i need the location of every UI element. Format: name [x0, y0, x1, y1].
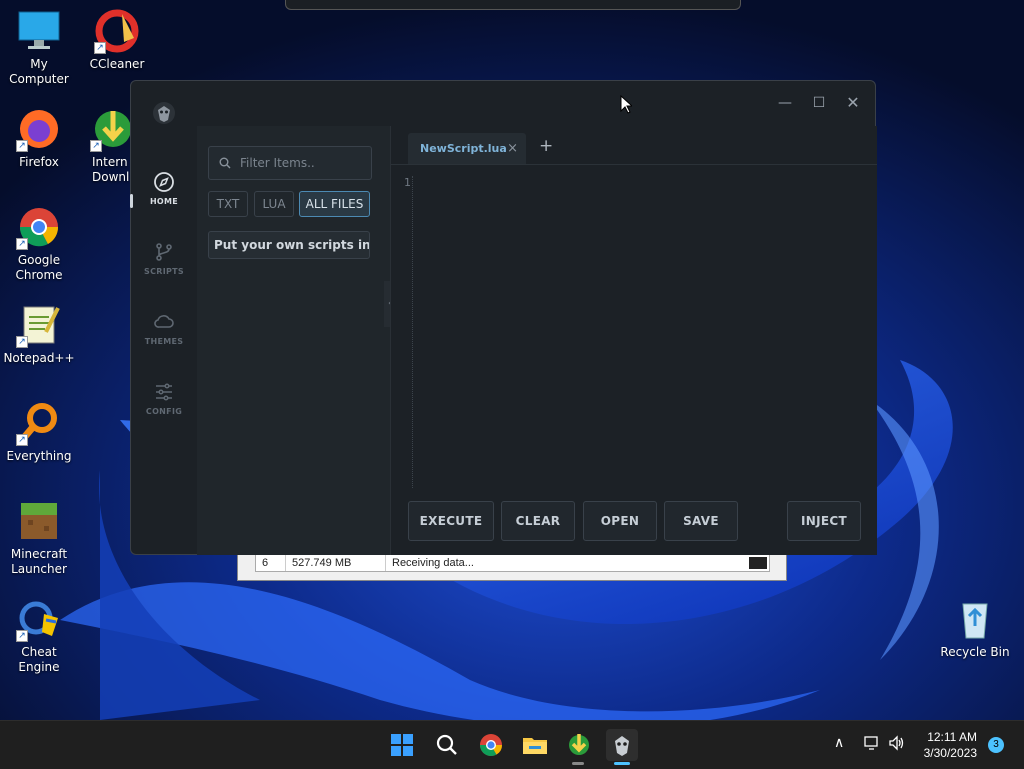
file-list-item[interactable]: Put your own scripts in here [208, 231, 370, 259]
taskbar: ∧ 12:11 AM 3/30/2023 3 [0, 720, 1024, 769]
recycle-bin-icon [962, 603, 988, 639]
filter-placeholder: Filter Items.. [240, 156, 315, 170]
shortcut-arrow-icon: ↗ [16, 434, 28, 446]
script-editor: NewScript.lua × + 1 EXECUTE CLEAR OPEN S… [390, 126, 877, 555]
search-icon [219, 157, 231, 169]
add-tab-icon[interactable]: + [539, 136, 553, 156]
chrome-icon [480, 734, 502, 756]
save-button[interactable]: SAVE [664, 501, 738, 541]
filter-txt-button[interactable]: TXT [208, 191, 248, 217]
windows-logo-icon [391, 734, 413, 756]
minimize-icon[interactable]: — [775, 94, 795, 112]
running-indicator [572, 762, 584, 765]
desktop-icon-recycle-bin[interactable]: Recycle Bin [936, 596, 1014, 660]
file-panel: Filter Items.. TXT LUA ALL FILES Put you… [197, 126, 390, 555]
desktop-icon-firefox[interactable]: ↗ Firefox [0, 106, 78, 170]
desktop-icon-everything[interactable]: ↗ Everything [0, 400, 78, 464]
desktop-icon-notepadpp[interactable]: ↗ Notepad++ [0, 302, 78, 366]
shortcut-arrow-icon: ↗ [90, 140, 102, 152]
side-nav: HOME SCRIPTS THEMES CONFIG [130, 161, 197, 441]
volume-icon[interactable] [888, 735, 906, 755]
tab-newscript[interactable]: NewScript.lua × [408, 133, 526, 165]
nav-label: HOME [149, 197, 179, 206]
desktop-icon-label: Notepad++ [3, 351, 75, 365]
nav-label: THEMES [144, 337, 184, 346]
cloud-icon [154, 315, 174, 328]
taskbar-search-button[interactable] [431, 729, 463, 761]
show-hidden-icons-icon[interactable]: ∧ [834, 735, 844, 751]
desktop-icon-label: Recycle Bin [940, 645, 1010, 659]
taskbar-executor[interactable] [606, 729, 638, 761]
close-icon[interactable]: ✕ [843, 94, 863, 112]
download-row-status: Receiving data... [392, 557, 474, 569]
app-logo-icon [151, 100, 177, 126]
clock-time: 12:11 AM [927, 730, 977, 744]
execute-button[interactable]: EXECUTE [408, 501, 494, 541]
code-area[interactable] [417, 174, 867, 486]
taskbar-file-explorer[interactable] [519, 729, 551, 761]
clear-button[interactable]: CLEAR [501, 501, 575, 541]
download-row-number: 6 [256, 555, 286, 571]
desktop-icon-label: Everything [6, 449, 72, 463]
desktop-icon-label: Google Chrome [15, 253, 63, 282]
active-indicator [614, 762, 630, 765]
gutter-guide [412, 176, 414, 488]
grass-block-icon [21, 503, 57, 539]
desktop-icon-idm[interactable]: ↗ Intern Downl [78, 106, 130, 185]
taskbar-idm[interactable] [563, 729, 595, 761]
download-progress-block [749, 557, 767, 569]
executor-window[interactable]: — ☐ ✕ HOME SCRIPTS THEMES CONFIG Filter … [130, 80, 877, 555]
search-icon [436, 734, 457, 755]
nav-scripts[interactable]: SCRIPTS [131, 241, 197, 301]
monitor-icon [18, 11, 60, 49]
notification-badge[interactable]: 3 [988, 737, 1004, 753]
folder-icon [523, 738, 547, 754]
desktop-icon-ccleaner[interactable]: ↗ CCleaner [78, 8, 156, 72]
nav-label: SCRIPTS [144, 267, 184, 276]
filter-input[interactable]: Filter Items.. [208, 146, 372, 180]
open-button[interactable]: OPEN [583, 501, 657, 541]
desktop-icon-label: My Computer [9, 57, 69, 86]
start-button[interactable] [386, 729, 418, 761]
idm-globe-icon [569, 734, 589, 755]
maximize-icon[interactable]: ☐ [809, 94, 829, 112]
compass-icon [154, 172, 174, 192]
nav-label: CONFIG [145, 407, 183, 416]
desktop-icon-label: Cheat Engine [18, 645, 60, 674]
desktop-icon-label: CCleaner [89, 57, 145, 71]
system-clock[interactable]: 12:11 AM 3/30/2023 [924, 729, 977, 761]
tab-close-icon[interactable]: × [507, 133, 518, 165]
desktop-icon-label: Firefox [19, 155, 59, 169]
nav-config[interactable]: CONFIG [131, 381, 197, 441]
shortcut-arrow-icon: ↗ [16, 336, 28, 348]
tab-label: NewScript.lua [420, 142, 507, 155]
desktop-icon-cheat-engine[interactable]: ↗ Cheat Engine [0, 596, 78, 675]
network-icon[interactable] [864, 735, 880, 755]
background-window-edge [285, 0, 741, 10]
nav-themes[interactable]: THEMES [131, 311, 197, 371]
desktop-icon-label: Minecraft Launcher [10, 547, 68, 576]
nav-home[interactable]: HOME [130, 171, 197, 231]
desktop-icon-my-computer[interactable]: My Computer [0, 8, 78, 87]
clock-date: 3/30/2023 [923, 746, 977, 760]
shortcut-arrow-icon: ↗ [16, 140, 28, 152]
line-number: 1 [404, 176, 411, 189]
shortcut-arrow-icon: ↗ [94, 42, 106, 54]
desktop-icon-minecraft[interactable]: Minecraft Launcher [0, 498, 78, 577]
app-logo-icon [615, 736, 629, 756]
desktop-icon-label: Intern Downl [92, 155, 130, 184]
git-branch-icon [156, 243, 172, 261]
download-row[interactable]: 6 527.749 MB Receiving data... [255, 554, 770, 572]
taskbar-chrome[interactable] [475, 729, 507, 761]
mouse-cursor-icon [620, 95, 632, 114]
shortcut-arrow-icon: ↗ [16, 238, 28, 250]
filter-lua-button[interactable]: LUA [254, 191, 294, 217]
download-row-size: 527.749 MB [286, 555, 386, 571]
filter-all-files-button[interactable]: ALL FILES [299, 191, 370, 217]
desktop-icon-chrome[interactable]: ↗ Google Chrome [0, 204, 78, 283]
shortcut-arrow-icon: ↗ [16, 630, 28, 642]
sliders-icon [156, 383, 172, 401]
inject-button[interactable]: INJECT [787, 501, 861, 541]
tab-divider [391, 164, 877, 165]
